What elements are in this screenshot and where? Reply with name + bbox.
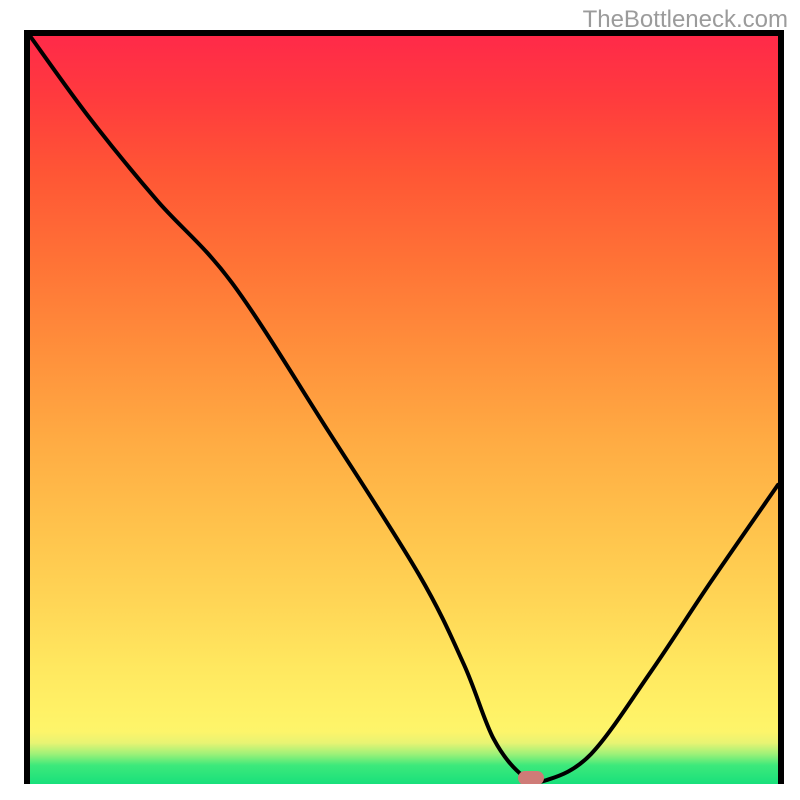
watermark-text: TheBottleneck.com [583, 6, 788, 34]
optimal-marker [518, 771, 544, 784]
curve-layer [30, 36, 778, 784]
chart-frame: TheBottleneck.com [0, 0, 800, 800]
plot-area [24, 30, 784, 784]
bottleneck-curve [30, 36, 778, 783]
